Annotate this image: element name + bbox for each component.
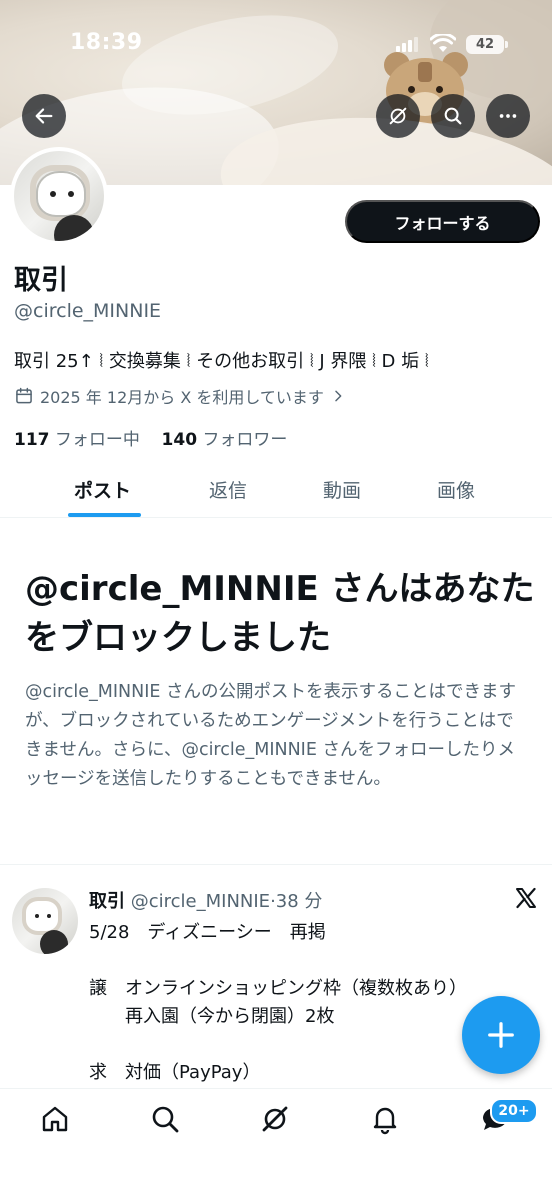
back-arrow-icon (35, 108, 53, 124)
active-tab-indicator (68, 513, 141, 517)
post-text-line: 5/28 ディズニーシー 再掲 (89, 922, 326, 943)
tab-videos[interactable]: 動画 (323, 476, 361, 503)
bottom-navigation (0, 1088, 552, 1200)
compose-post-button[interactable] (462, 996, 540, 1074)
tab-images[interactable]: 画像 (437, 476, 475, 503)
x-logo-icon (516, 887, 536, 909)
post-text-line: 譲 オンラインショッピング枠（複数枚あり） (89, 978, 467, 999)
cellular-signal-icon (396, 36, 418, 52)
search-icon[interactable] (149, 1103, 181, 1135)
post-author-handle[interactable]: @circle_MINNIE (131, 891, 270, 912)
profile-display-name: 取引 (14, 265, 68, 296)
followers-link[interactable]: 140 フォロワー (162, 430, 288, 450)
post-header: 取引 @circle_MINNIE·38 分 (89, 887, 322, 913)
chevron-right-icon (335, 390, 342, 402)
following-label: フォロー中 (54, 430, 140, 450)
followers-count: 140 (161, 430, 198, 450)
back-button[interactable] (22, 94, 66, 138)
battery-indicator: 42 (466, 35, 508, 54)
post-author-name[interactable]: 取引 (89, 891, 125, 912)
followers-label: フォロワー (202, 430, 288, 450)
post-author-avatar[interactable] (12, 888, 78, 954)
joined-date-text: 2025 年 12月から X を利用しています (40, 388, 324, 407)
post-timestamp: 38 分 (275, 891, 323, 912)
status-bar: 18:39 42 (0, 0, 552, 90)
divider (0, 864, 552, 865)
plus-icon (488, 1022, 514, 1048)
grok-icon (389, 107, 407, 125)
bell-icon[interactable] (369, 1103, 401, 1135)
home-icon[interactable] (39, 1103, 71, 1135)
grok-button[interactable] (376, 94, 420, 138)
follow-button[interactable]: フォローする (345, 200, 540, 243)
profile-tabs: ポスト 返信 動画 画像 (0, 462, 552, 518)
following-link[interactable]: 117 フォロー中 (14, 430, 140, 450)
joined-date-row[interactable]: 2025 年 12月から X を利用しています (14, 384, 346, 408)
follow-counts: 117 フォロー中 140 フォロワー (14, 425, 287, 450)
grok-icon[interactable] (259, 1103, 291, 1135)
wifi-icon (430, 34, 456, 52)
post-text-line: 求 対価（PayPay） (89, 1062, 261, 1083)
following-count: 117 (14, 430, 50, 450)
post-text-line: 再入園（今から閉園）2枚 (89, 1006, 335, 1027)
tab-posts[interactable]: ポスト (74, 476, 131, 503)
search-icon (444, 107, 462, 125)
tab-replies[interactable]: 返信 (209, 476, 247, 503)
more-options-button[interactable] (486, 94, 530, 138)
profile-bio: 取引 25↑ ⦚ 交換募集 ⦚ その他お取引 ⦚ J 界隈 ⦚ D 垢 ⦚ (14, 351, 429, 372)
messages-badge: 20+ (490, 1098, 538, 1124)
status-time: 18:39 (70, 30, 143, 55)
blocked-notice-title: @circle_MINNIE さんはあなたをブロックしました (25, 569, 535, 658)
profile-avatar[interactable] (10, 147, 108, 245)
calendar-icon (16, 387, 32, 404)
more-icon (499, 114, 517, 118)
profile-handle: @circle_MINNIE (14, 300, 162, 322)
search-button[interactable] (431, 94, 475, 138)
blocked-notice-description: @circle_MINNIE さんの公開ポストを表示することはできますが、ブロッ… (25, 682, 517, 789)
